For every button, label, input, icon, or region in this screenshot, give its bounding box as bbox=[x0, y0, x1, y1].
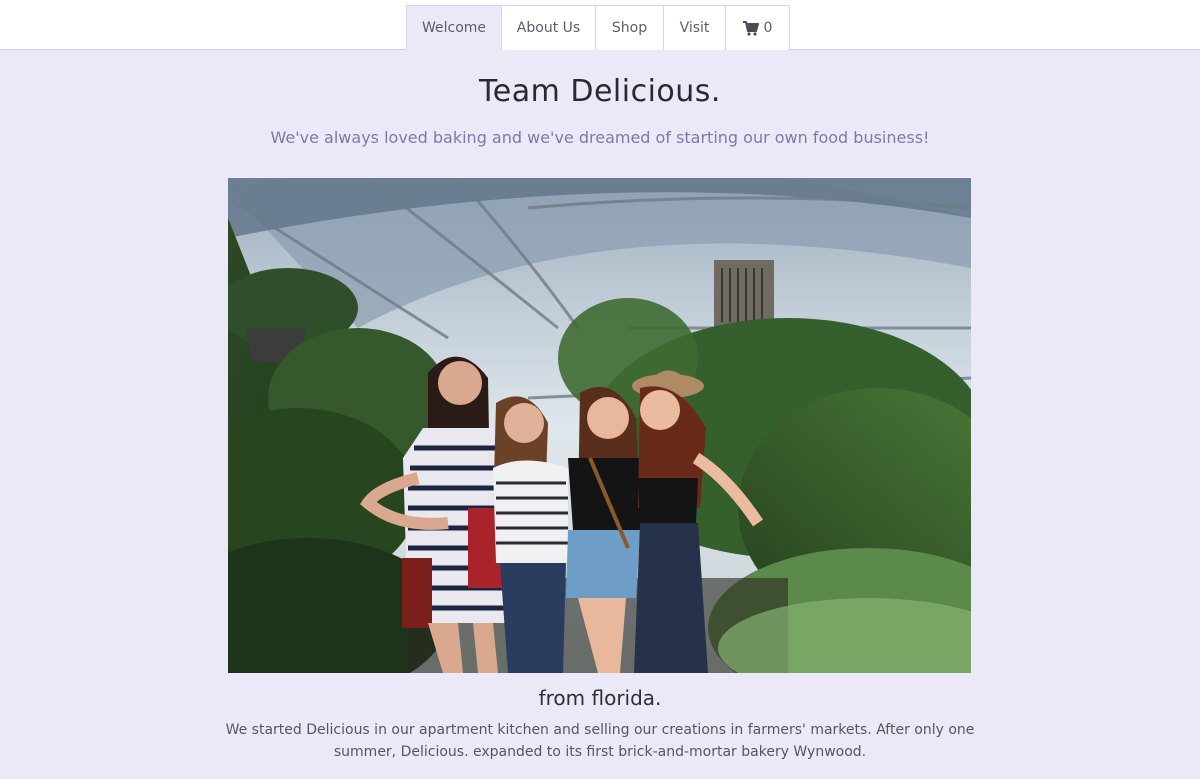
nav-menu: Welcome About Us Shop Visit 0 bbox=[406, 5, 790, 50]
nav-item-label: Welcome bbox=[421, 20, 487, 36]
cart-count: 0 bbox=[763, 20, 773, 36]
page-subtitle: We've always loved baking and we've drea… bbox=[270, 128, 930, 147]
section-caption: from florida. bbox=[538, 686, 662, 710]
nav-item-shop[interactable]: Shop bbox=[595, 5, 664, 50]
shopping-cart-icon bbox=[742, 20, 759, 36]
nav-item-welcome[interactable]: Welcome bbox=[406, 5, 502, 50]
section-body: We started Delicious in our apartment ki… bbox=[225, 722, 975, 760]
nav-item-cart[interactable]: 0 bbox=[725, 5, 790, 50]
nav-item-label: Visit bbox=[679, 20, 710, 36]
nav-item-visit[interactable]: Visit bbox=[663, 5, 726, 50]
top-navbar: Welcome About Us Shop Visit 0 bbox=[0, 0, 1200, 50]
nav-item-about-us[interactable]: About Us bbox=[501, 5, 596, 50]
team-photo bbox=[228, 178, 971, 673]
nav-item-label: About Us bbox=[516, 20, 581, 36]
nav-item-label: Shop bbox=[611, 20, 648, 36]
page-title: Team Delicious. bbox=[479, 74, 721, 109]
